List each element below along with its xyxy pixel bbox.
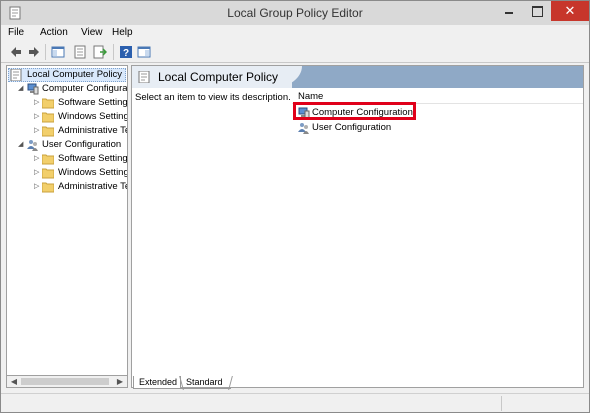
tree-item-windows-settings[interactable]: ▷ Windows Setting [7, 166, 128, 180]
expand-arrow-icon[interactable]: ▷ [34, 155, 41, 162]
tree-item-administrative-templates[interactable]: ▷ Administrative Te [7, 124, 128, 138]
folder-icon [42, 181, 54, 193]
users-icon [298, 122, 310, 134]
details-title: Local Computer Policy [158, 70, 279, 84]
svg-text:?: ? [123, 48, 129, 59]
tab-extended[interactable]: Extended [133, 376, 181, 389]
column-header-name[interactable]: Name [298, 91, 323, 102]
users-icon [27, 139, 39, 151]
title-bar[interactable]: Local Group Policy Editor ✕ [1, 1, 589, 25]
highlight-box [293, 102, 416, 120]
menu-bar: File Action View Help [1, 25, 589, 41]
tree-item-user-configuration[interactable]: ◢ User Configuration [7, 138, 127, 152]
expand-arrow-icon[interactable]: ▷ [34, 127, 41, 134]
back-icon[interactable] [9, 45, 23, 59]
details-pane: Local Computer Policy Select an item to … [131, 65, 584, 388]
console-tree[interactable]: Local Computer Policy ◢ Computer Configu… [6, 65, 128, 388]
folder-icon [42, 111, 54, 123]
tree-item-label: Administrative Te [58, 181, 128, 192]
description-text: Select an item to view its description. [135, 92, 291, 103]
help-icon[interactable]: ? [119, 45, 133, 59]
computer-icon [27, 83, 39, 95]
expand-arrow-icon[interactable]: ▷ [34, 183, 41, 190]
toolbar-separator [113, 44, 114, 60]
show-hide-action-pane-icon[interactable] [137, 45, 151, 59]
details-header: Local Computer Policy [132, 66, 583, 88]
close-icon: ✕ [564, 3, 576, 18]
tree-item-label: Software Settings [58, 97, 128, 108]
menu-action[interactable]: Action [40, 27, 68, 38]
tree-item-label: Computer Configura [42, 83, 128, 94]
tree-horizontal-scrollbar[interactable]: ◀ ▶ [6, 375, 128, 388]
scroll-left-icon[interactable]: ◀ [8, 376, 20, 387]
tab-standard[interactable]: Standard [181, 376, 231, 389]
folder-icon [42, 125, 54, 137]
toolbar: ? [1, 41, 589, 63]
view-tabs: Extended Standard [131, 376, 331, 390]
toolbar-separator [45, 44, 46, 60]
expand-arrow-icon[interactable]: ▷ [34, 169, 41, 176]
export-list-icon[interactable] [93, 45, 107, 59]
tree-item-label: Local Computer Policy [27, 69, 123, 80]
folder-icon [42, 97, 54, 109]
app-window: Local Group Policy Editor ✕ File Action … [0, 0, 590, 413]
expand-arrow-icon[interactable]: ▷ [34, 99, 41, 106]
close-button[interactable]: ✕ [551, 1, 589, 21]
tree-item-administrative-templates[interactable]: ▷ Administrative Te [7, 180, 128, 194]
tree-item-label: Software Settings [58, 153, 128, 164]
properties-icon[interactable] [73, 45, 87, 59]
tree-item-computer-configuration[interactable]: ◢ Computer Configura [7, 82, 128, 96]
show-hide-tree-icon[interactable] [51, 45, 65, 59]
scroll-right-icon[interactable]: ▶ [114, 376, 126, 387]
status-bar [1, 393, 589, 412]
menu-help[interactable]: Help [112, 27, 133, 38]
forward-icon[interactable] [27, 45, 41, 59]
menu-file[interactable]: File [8, 27, 24, 38]
folder-icon [42, 167, 54, 179]
tree-item-software-settings[interactable]: ▷ Software Settings [7, 96, 128, 110]
tree-item-label: Administrative Te [58, 125, 128, 136]
tree-item-software-settings[interactable]: ▷ Software Settings [7, 152, 128, 166]
expand-arrow-icon[interactable]: ▷ [34, 113, 41, 120]
minimize-button[interactable] [495, 1, 523, 21]
folder-icon [42, 153, 54, 165]
tree-item-label: Windows Setting [58, 111, 128, 122]
collapse-arrow-icon[interactable]: ◢ [18, 141, 25, 148]
maximize-button[interactable] [523, 1, 551, 21]
policy-document-icon [10, 69, 22, 81]
tree-item-label: User Configuration [42, 139, 122, 150]
tree-item-windows-settings[interactable]: ▷ Windows Setting [7, 110, 128, 124]
tree-item-label: Windows Setting [58, 167, 128, 178]
scrollbar-thumb[interactable] [21, 378, 109, 385]
list-item-label: User Configuration [312, 122, 392, 133]
menu-view[interactable]: View [81, 27, 103, 38]
collapse-arrow-icon[interactable]: ◢ [18, 85, 25, 92]
policy-document-icon [138, 70, 150, 84]
status-separator [501, 396, 502, 411]
